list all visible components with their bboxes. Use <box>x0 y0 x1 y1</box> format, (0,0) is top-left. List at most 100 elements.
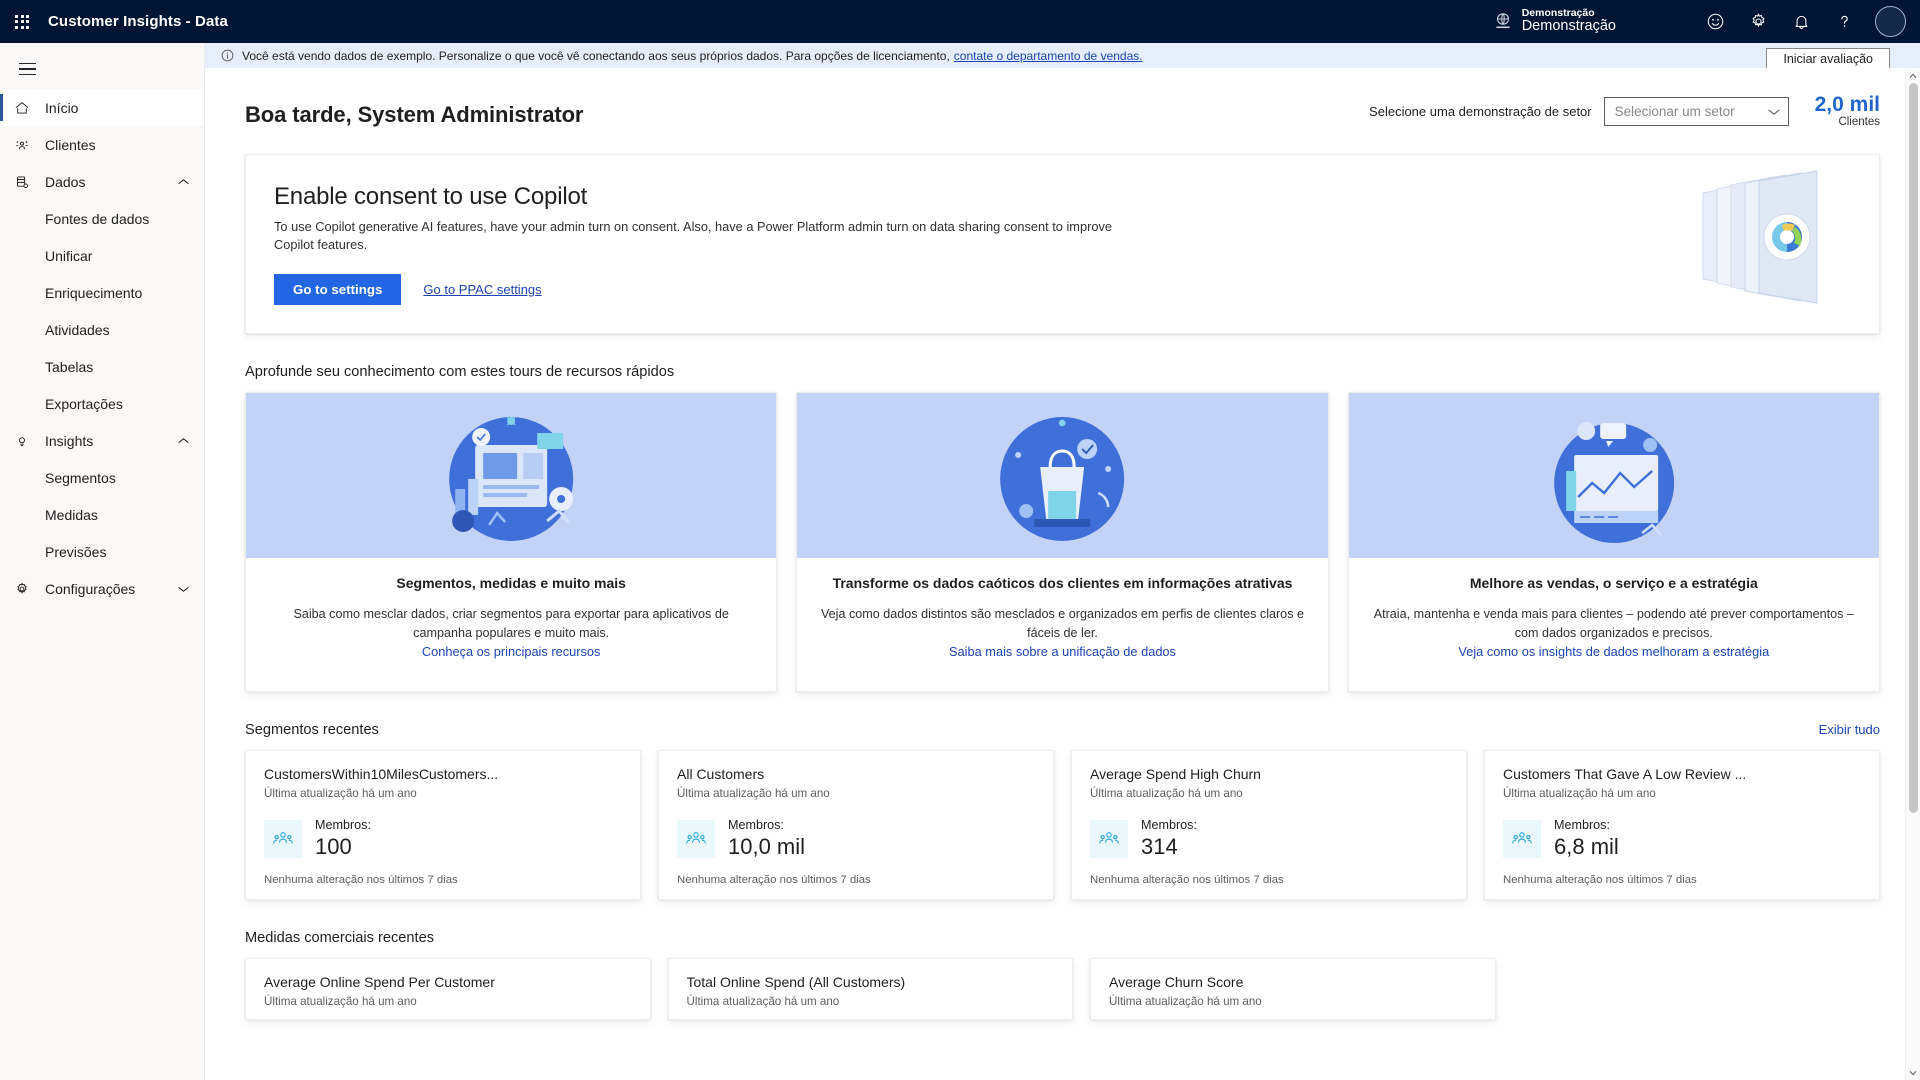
tour-card-body: Melhore as vendas, o serviço e a estraté… <box>1349 558 1879 661</box>
segment-card-footer: Nenhuma alteração nos últimos 7 dias <box>1090 874 1284 887</box>
copilot-illustration <box>1683 167 1843 312</box>
sidebar: Início Clientes Dados Fontes de dados Un… <box>0 43 205 1080</box>
app-header: Customer Insights - Data Demonstração De… <box>0 0 1920 43</box>
sidebar-item-label: Clientes <box>45 136 96 153</box>
copilot-title: Enable consent to use Copilot <box>274 182 588 210</box>
scroll-up-arrow-icon[interactable] <box>1906 68 1920 83</box>
scroll-down-arrow-icon[interactable] <box>1906 1065 1920 1080</box>
tour-illustration <box>246 393 777 559</box>
sidebar-item-tabelas[interactable]: Tabelas <box>0 348 204 385</box>
scrollbar-thumb[interactable] <box>1909 83 1918 813</box>
measure-card-updated: Última atualização há um ano <box>1109 995 1262 1009</box>
sector-label: Selecione uma demonstração de setor <box>1369 103 1592 119</box>
environment-icon <box>1493 11 1513 31</box>
members-value: 10,0 mil <box>728 834 806 860</box>
tour-card[interactable]: Segmentos, medidas e muito mais Saiba co… <box>245 392 778 693</box>
copilot-consent-banner: Enable consent to use Copilot To use Cop… <box>245 154 1880 335</box>
copilot-actions: Go to settings Go to PPAC settings <box>274 274 1119 306</box>
tours-section: Aprofunde seu conhecimento com estes tou… <box>205 364 1920 693</box>
copilot-description: To use Copilot generative AI features, h… <box>274 218 1112 253</box>
sidebar-item-insights[interactable]: Insights <box>0 422 204 459</box>
tours-heading: Aprofunde seu conhecimento com estes tou… <box>245 364 675 381</box>
sidebar-item-previsoes[interactable]: Previsões <box>0 533 204 570</box>
sector-select-value: Selecionar um setor <box>1614 103 1735 119</box>
tour-card-description: Atraia, mantenha e venda mais para clien… <box>1373 606 1854 640</box>
question-icon[interactable] <box>1823 0 1866 43</box>
members-icon <box>1503 820 1541 859</box>
segments-section: Segmentos recentes Exibir tudo Customers… <box>205 692 1920 901</box>
segments-heading: Segmentos recentes <box>245 722 379 739</box>
sidebar-item-label: Unificar <box>45 247 93 264</box>
avatar[interactable] <box>1866 0 1914 43</box>
tour-card-link[interactable]: Saiba mais sobre a unificação de dados <box>949 644 1176 659</box>
measure-card-title: Average Online Spend Per Customer <box>264 974 495 991</box>
sidebar-item-inicio[interactable]: Início <box>0 89 204 126</box>
page-scroll-area: Boa tarde, System Administrator Selecion… <box>205 68 1920 1080</box>
tour-card-link[interactable]: Conheça os principais recursos <box>422 644 601 659</box>
segments-view-all-link[interactable]: Exibir tudo <box>1819 722 1880 737</box>
segment-card-updated: Última atualização há um ano <box>264 787 417 801</box>
tour-card[interactable]: Melhore as vendas, o serviço e a estraté… <box>1347 392 1880 693</box>
app-title: Customer Insights - Data <box>48 13 228 30</box>
segment-card-metric: Membros: 314 <box>1090 818 1448 860</box>
members-icon <box>264 820 302 859</box>
measure-card[interactable]: Total Online Spend (All Customers) Últim… <box>667 958 1073 1021</box>
smiley-icon[interactable] <box>1694 0 1737 43</box>
segment-card-title: All Customers <box>677 766 765 783</box>
segment-card-footer: Nenhuma alteração nos últimos 7 dias <box>677 874 871 887</box>
database-icon <box>14 173 36 191</box>
tour-card-list: Segmentos, medidas e muito mais Saiba co… <box>245 392 1880 693</box>
chevron-down-icon[interactable] <box>172 585 194 593</box>
segment-card-footer: Nenhuma alteração nos últimos 7 dias <box>264 874 458 887</box>
sidebar-item-dados[interactable]: Dados <box>0 163 204 200</box>
chevron-up-icon[interactable] <box>172 437 194 445</box>
start-trial-button[interactable]: Iniciar avaliação <box>1766 48 1890 70</box>
sidebar-item-label: Configurações <box>45 580 136 597</box>
segment-card-updated: Última atualização há um ano <box>1503 787 1656 801</box>
sidebar-item-clientes[interactable]: Clientes <box>0 126 204 163</box>
customer-count-kpi: 2,0 mil Clientes <box>1815 93 1880 128</box>
segment-card-title: CustomersWithin10MilesCustomers... <box>264 766 499 783</box>
sector-select[interactable]: Selecionar um setor <box>1603 96 1789 126</box>
environment-selector[interactable]: Demonstração Demonstração <box>1493 7 1616 35</box>
segment-card[interactable]: Average Spend High Churn Última atualiza… <box>1071 750 1467 901</box>
tour-card[interactable]: Transforme os dados caóticos dos cliente… <box>796 392 1329 693</box>
sidebar-item-configuracoes[interactable]: Configurações <box>0 570 204 607</box>
sidebar-item-atividades[interactable]: Atividades <box>0 311 204 348</box>
contact-sales-link[interactable]: contate o departamento de vendas. <box>954 49 1143 63</box>
segment-card-updated: Última atualização há um ano <box>1090 787 1243 801</box>
segment-card[interactable]: All Customers Última atualização há um a… <box>658 750 1054 901</box>
app-launcher-button[interactable] <box>0 0 44 43</box>
hamburger-menu-icon[interactable] <box>4 49 50 89</box>
tour-card-link[interactable]: Veja como os insights de dados melhoram … <box>1458 644 1769 659</box>
go-to-settings-button[interactable]: Go to settings <box>274 274 402 306</box>
gear-icon[interactable] <box>1737 0 1780 43</box>
segment-card-list: CustomersWithin10MilesCustomers... Últim… <box>245 750 1880 901</box>
sidebar-item-label: Insights <box>45 432 94 449</box>
segment-card-metric: Membros: 100 <box>264 818 622 860</box>
members-value: 100 <box>315 834 352 860</box>
chevron-up-icon[interactable] <box>172 178 194 186</box>
sidebar-item-medidas[interactable]: Medidas <box>0 496 204 533</box>
segment-card[interactable]: Customers That Gave A Low Review ... Últ… <box>1484 750 1880 901</box>
customers-icon <box>14 136 36 154</box>
segment-card-footer: Nenhuma alteração nos últimos 7 dias <box>1503 874 1697 887</box>
sidebar-item-exportacoes[interactable]: Exportações <box>0 385 204 422</box>
segment-card-metric: Membros: 10,0 mil <box>677 818 1035 860</box>
sidebar-item-unificar[interactable]: Unificar <box>0 237 204 274</box>
sidebar-item-segmentos[interactable]: Segmentos <box>0 459 204 496</box>
segment-card-title: Average Spend High Churn <box>1090 766 1261 783</box>
measure-card[interactable]: Average Churn Score Última atualização h… <box>1090 958 1496 1021</box>
bell-icon[interactable] <box>1780 0 1823 43</box>
page-header: Boa tarde, System Administrator Selecion… <box>205 68 1920 128</box>
sidebar-item-fontes-de-dados[interactable]: Fontes de dados <box>0 200 204 237</box>
measure-card[interactable]: Average Online Spend Per Customer Última… <box>245 958 651 1021</box>
home-icon <box>14 99 36 117</box>
vertical-scrollbar[interactable] <box>1905 68 1920 1080</box>
go-to-ppac-settings-link[interactable]: Go to PPAC settings <box>423 282 541 297</box>
sidebar-item-enriquecimento[interactable]: Enriquecimento <box>0 274 204 311</box>
avatar-circle <box>1874 6 1906 37</box>
measure-card-list: Average Online Spend Per Customer Última… <box>245 958 1880 1021</box>
tour-card-description: Veja como dados distintos são mesclados … <box>820 606 1304 640</box>
segment-card[interactable]: CustomersWithin10MilesCustomers... Últim… <box>245 750 641 901</box>
